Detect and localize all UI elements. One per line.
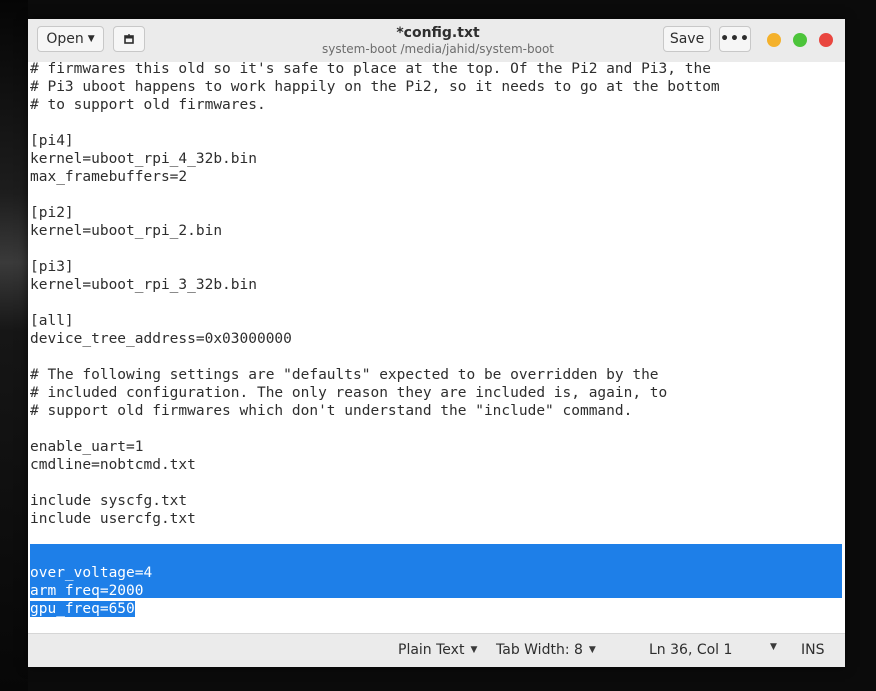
code-line-text: # support old firmwares which don't unde… [30,403,633,419]
language-selector[interactable]: Plain Text ▼ [398,642,477,658]
code-line-text: device_tree_address=0x03000000 [30,331,292,347]
code-line: include syscfg.txt [30,492,720,510]
new-document-icon [124,34,134,44]
code-line: # firmwares this old so it's safe to pla… [30,62,720,78]
position-dropdown[interactable]: ▼ [764,642,777,652]
code-line-text: include syscfg.txt [30,493,188,509]
cursor-position-label: Ln 36, Col 1 [649,642,733,658]
desktop-background [0,0,28,691]
code-line-text: enable_uart=1 [30,439,144,455]
code-line-text: [pi2] [30,205,74,221]
menu-button[interactable]: ••• [719,26,751,52]
insert-mode-indicator[interactable]: INS [801,642,825,658]
code-line: arm_freq=2000 [30,582,720,600]
open-button[interactable]: Open ▼ [37,26,104,52]
language-label: Plain Text [398,642,465,658]
code-line-text: # The following settings are "defaults" … [30,367,659,383]
code-line: [all] [30,312,720,330]
cursor-position: Ln 36, Col 1 [649,642,732,658]
code-line-text: # firmwares this old so it's safe to pla… [30,62,711,77]
save-button[interactable]: Save [663,26,711,52]
code-line-text: gpu_freq=650 [30,601,135,617]
open-button-label: Open [46,31,84,47]
new-document-button[interactable] [113,26,145,52]
code-line: over_voltage=4 [30,564,720,582]
code-line: # Pi3 uboot happens to work happily on t… [30,78,720,96]
window-subtitle: system-boot /media/jahid/system-boot [321,42,554,56]
code-line-text: cmdline=nobtcmd.txt [30,457,196,473]
code-line: device_tree_address=0x03000000 [30,330,720,348]
code-line: kernel=uboot_rpi_2.bin [30,222,720,240]
code-line-text: [all] [30,313,74,329]
code-line: # The following settings are "defaults" … [30,366,720,384]
title-area: *config.txt system-boot /media/jahid/sys… [258,24,618,57]
chevron-down-icon: ▼ [87,34,95,44]
code-line: max_framebuffers=2 [30,168,720,186]
code-line-text: kernel=uboot_rpi_3_32b.bin [30,277,257,293]
code-line: [pi4] [30,132,720,150]
text-editor-window: Open ▼ *config.txt system-boot /media/ja… [28,19,845,667]
code-line-text: over_voltage=4 [30,565,153,581]
code-line-text: kernel=uboot_rpi_2.bin [30,223,223,239]
code-line-text: # Pi3 uboot happens to work happily on t… [30,79,720,95]
code-line-text: include usercfg.txt [30,511,196,527]
code-line: kernel=uboot_rpi_4_32b.bin [30,150,720,168]
chevron-down-icon: ▼ [588,645,596,655]
code-line: [pi3] [30,258,720,276]
code-line-text: max_framebuffers=2 [30,169,188,185]
close-button[interactable] [819,33,833,47]
code-line: include usercfg.txt [30,510,720,528]
maximize-button[interactable] [793,33,807,47]
chevron-down-icon: ▼ [770,642,777,652]
header-bar: Open ▼ *config.txt system-boot /media/ja… [28,19,845,63]
tab-width-label: Tab Width: 8 [496,642,583,658]
minimize-button[interactable] [767,33,781,47]
code-line: [pi2] [30,204,720,222]
code-line-text: arm_freq=2000 [30,583,144,599]
code-line: gpu_freq=650 [30,600,720,618]
code-line: # included configuration. The only reaso… [30,384,720,402]
code-line-text: [pi3] [30,259,74,275]
code-line-text: [pi4] [30,133,74,149]
code-line: kernel=uboot_rpi_3_32b.bin [30,276,720,294]
code-line: # support old firmwares which don't unde… [30,402,720,420]
code-line-text: kernel=uboot_rpi_4_32b.bin [30,151,257,167]
text-editor-area[interactable]: # firmwares this old so it's safe to pla… [28,62,845,633]
status-bar: Plain Text ▼ Tab Width: 8 ▼ Ln 36, Col 1… [28,633,845,667]
code-line: enable_uart=1 [30,438,720,456]
window-title: *config.txt [396,25,480,41]
code-line: cmdline=nobtcmd.txt [30,456,720,474]
code-line-text: # to support old firmwares. [30,97,266,113]
code-lines: # firmwares this old so it's safe to pla… [30,62,720,618]
tab-width-selector[interactable]: Tab Width: 8 ▼ [496,642,596,658]
code-line-text: # included configuration. The only reaso… [30,385,668,401]
chevron-down-icon: ▼ [470,645,478,655]
code-line: # to support old firmwares. [30,96,720,114]
insert-mode-label: INS [801,642,825,658]
more-icon: ••• [720,31,750,47]
